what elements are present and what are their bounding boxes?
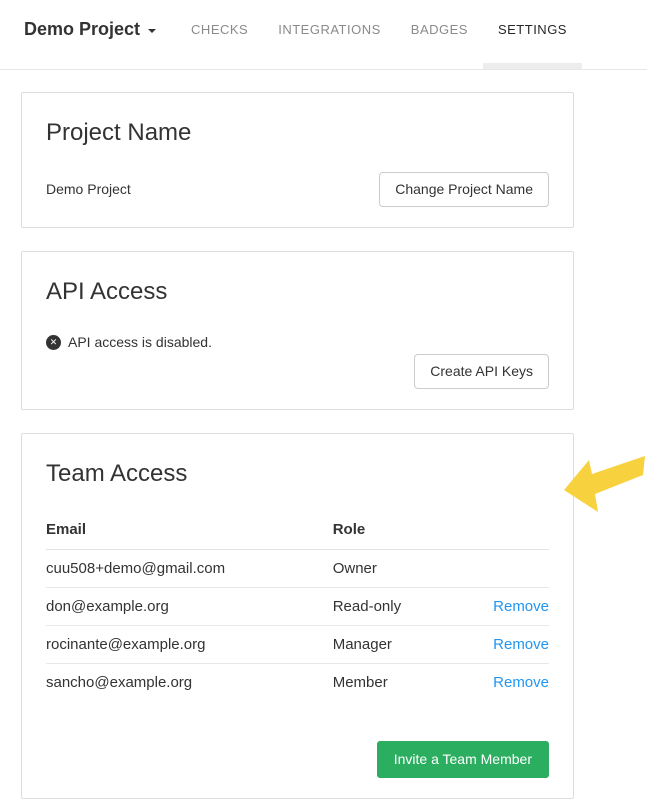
api-status-text: API access is disabled. (68, 334, 212, 350)
action-column-header (474, 515, 549, 550)
tab-integrations-label: INTEGRATIONS (278, 22, 381, 37)
nav-tabs: CHECKS INTEGRATIONS BADGES SETTINGS (176, 0, 582, 69)
table-row: don@example.org Read-only Remove (46, 587, 549, 625)
tab-settings-label: SETTINGS (498, 22, 567, 37)
team-table: Email Role cuu508+demo@gmail.com Owner d… (46, 515, 549, 701)
project-dropdown[interactable]: Demo Project (0, 0, 162, 69)
tab-settings[interactable]: SETTINGS (483, 0, 582, 69)
member-role: Manager (333, 625, 474, 663)
member-email: don@example.org (46, 587, 333, 625)
current-project-name: Demo Project (46, 181, 131, 197)
table-row: rocinante@example.org Manager Remove (46, 625, 549, 663)
api-button-row: Create API Keys (46, 354, 549, 389)
tab-integrations[interactable]: INTEGRATIONS (263, 0, 396, 69)
circle-x-icon: ✕ (46, 335, 61, 350)
table-header-row: Email Role (46, 515, 549, 550)
member-role: Owner (333, 549, 474, 587)
api-access-panel: API Access ✕ API access is disabled. Cre… (21, 251, 574, 411)
project-name-title: Project Name (46, 119, 549, 148)
remove-link[interactable]: Remove (493, 636, 549, 653)
role-column-header: Role (333, 515, 474, 550)
project-name-panel: Project Name Demo Project Change Project… (21, 92, 574, 228)
tab-badges[interactable]: BADGES (396, 0, 483, 69)
invite-button-row: Invite a Team Member (46, 741, 549, 778)
api-status-line: ✕ API access is disabled. (46, 334, 549, 350)
tab-checks-label: CHECKS (191, 22, 248, 37)
member-email: cuu508+demo@gmail.com (46, 549, 333, 587)
remove-link[interactable]: Remove (493, 674, 549, 691)
tab-checks[interactable]: CHECKS (176, 0, 263, 69)
settings-page: Project Name Demo Project Change Project… (0, 70, 647, 799)
create-api-keys-button[interactable]: Create API Keys (414, 354, 549, 389)
tab-badges-label: BADGES (411, 22, 468, 37)
invite-team-member-button[interactable]: Invite a Team Member (377, 741, 549, 778)
member-email: sancho@example.org (46, 663, 333, 701)
active-tab-indicator (483, 63, 582, 69)
team-access-panel: Team Access Email Role cuu508+demo@gmail… (21, 433, 574, 799)
team-access-title: Team Access (46, 460, 549, 489)
table-row: sancho@example.org Member Remove (46, 663, 549, 701)
table-row: cuu508+demo@gmail.com Owner (46, 549, 549, 587)
member-email: rocinante@example.org (46, 625, 333, 663)
top-navbar: Demo Project CHECKS INTEGRATIONS BADGES … (0, 0, 647, 70)
project-dropdown-label: Demo Project (24, 19, 140, 40)
caret-down-icon (148, 29, 156, 33)
team-table-body: cuu508+demo@gmail.com Owner don@example.… (46, 549, 549, 701)
member-role: Read-only (333, 587, 474, 625)
email-column-header: Email (46, 515, 333, 550)
remove-link[interactable]: Remove (493, 598, 549, 615)
api-access-title: API Access (46, 278, 549, 307)
change-project-name-button[interactable]: Change Project Name (379, 172, 549, 207)
project-name-row: Demo Project Change Project Name (46, 172, 549, 207)
member-role: Member (333, 663, 474, 701)
